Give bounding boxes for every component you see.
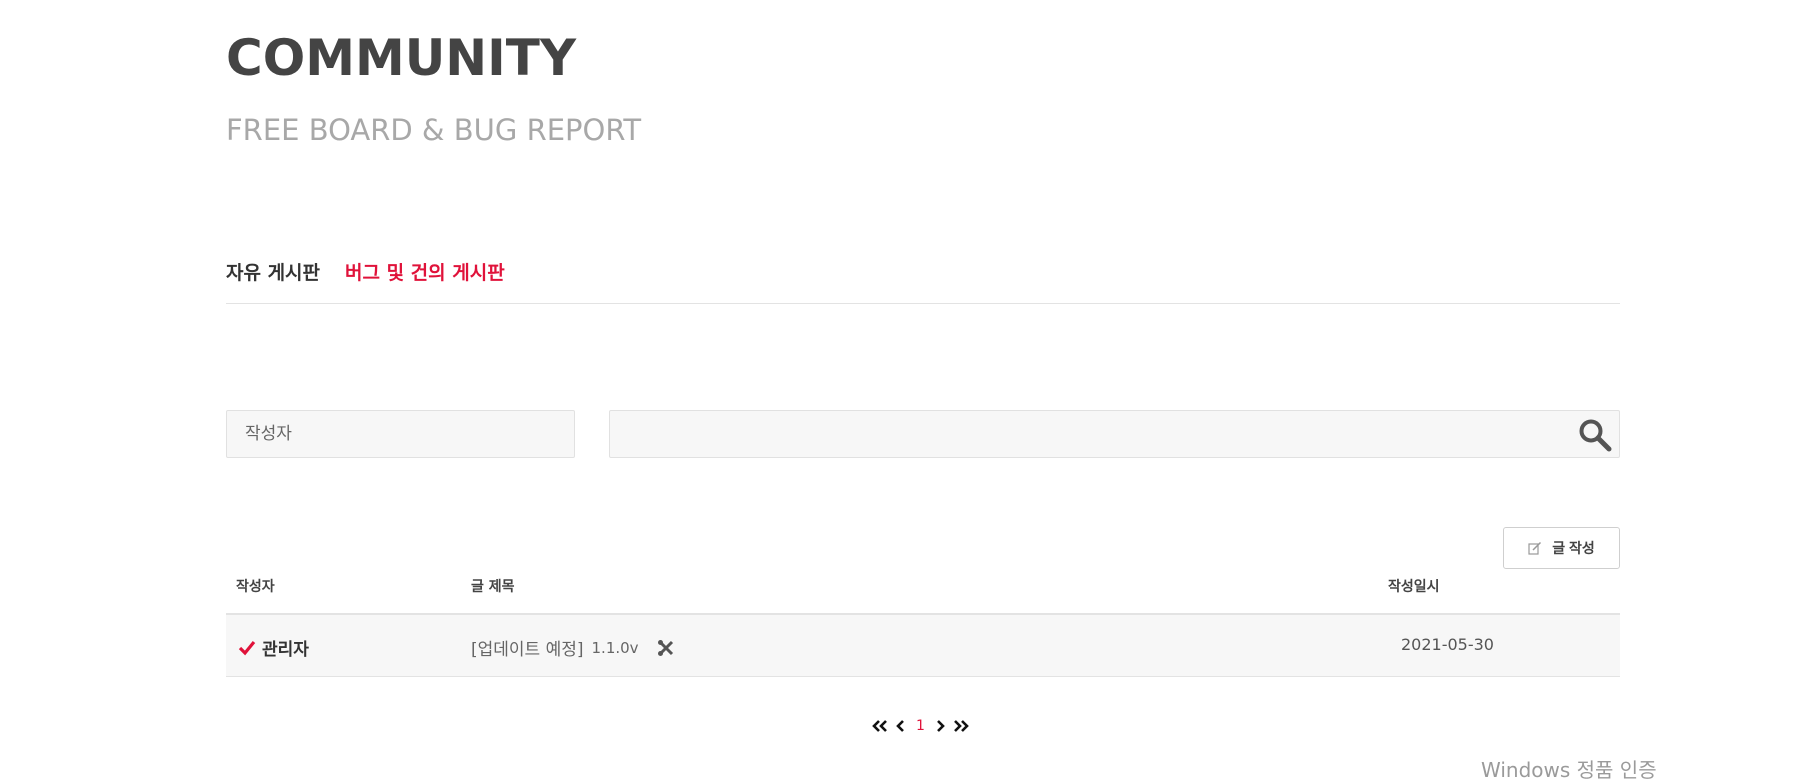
edit-icon bbox=[1528, 541, 1542, 555]
column-author: 작성자 bbox=[236, 579, 275, 595]
table-row[interactable]: 관리자 [업데이트 예정] 1.1.0v 2021-05-30 bbox=[226, 615, 1620, 677]
next-page-button[interactable] bbox=[936, 719, 945, 733]
row-title-version: 1.1.0v bbox=[591, 638, 639, 657]
author-filter-input[interactable] bbox=[226, 410, 575, 458]
column-title: 글 제목 bbox=[471, 579, 515, 595]
search-box bbox=[609, 410, 1620, 458]
tools-icon bbox=[657, 639, 673, 656]
search-button[interactable] bbox=[1575, 415, 1615, 455]
row-date: 2021-05-30 bbox=[1401, 635, 1494, 654]
check-icon bbox=[238, 640, 256, 655]
community-page: COMMUNITY FREE BOARD & BUG REPORT 자유 게시판… bbox=[0, 0, 1815, 782]
last-page-button[interactable] bbox=[953, 719, 969, 733]
double-chevron-right-icon bbox=[954, 720, 969, 732]
pagination: 1 bbox=[872, 718, 969, 734]
tab-free-board[interactable]: 자유 게시판 bbox=[226, 258, 320, 288]
page-title: COMMUNITY bbox=[226, 29, 577, 87]
row-author-name: 관리자 bbox=[262, 640, 309, 660]
first-page-button[interactable] bbox=[872, 719, 888, 733]
double-chevron-left-icon bbox=[872, 720, 887, 732]
search-input[interactable] bbox=[610, 411, 1550, 457]
table-header: 작성자 글 제목 작성일시 bbox=[226, 570, 1620, 615]
row-title-text: [업데이트 예정] bbox=[471, 640, 584, 660]
tabs-divider bbox=[226, 303, 1620, 304]
page-number[interactable]: 1 bbox=[913, 718, 928, 734]
windows-activation-watermark: Windows 정품 인증 bbox=[1481, 758, 1657, 782]
tab-bug-report-board[interactable]: 버그 및 건의 게시판 bbox=[345, 258, 505, 288]
search-icon bbox=[1579, 419, 1612, 452]
page-subtitle: FREE BOARD & BUG REPORT bbox=[226, 113, 642, 147]
write-post-button[interactable]: 글 작성 bbox=[1503, 527, 1620, 569]
chevron-right-icon bbox=[937, 720, 945, 732]
board-tabs: 자유 게시판 버그 및 건의 게시판 bbox=[226, 258, 505, 288]
row-title[interactable]: [업데이트 예정] 1.1.0v bbox=[471, 635, 675, 660]
prev-page-button[interactable] bbox=[896, 719, 905, 733]
write-post-label: 글 작성 bbox=[1552, 540, 1595, 556]
chevron-left-icon bbox=[896, 720, 904, 732]
column-date: 작성일시 bbox=[1388, 579, 1440, 595]
row-author: 관리자 bbox=[238, 635, 309, 660]
